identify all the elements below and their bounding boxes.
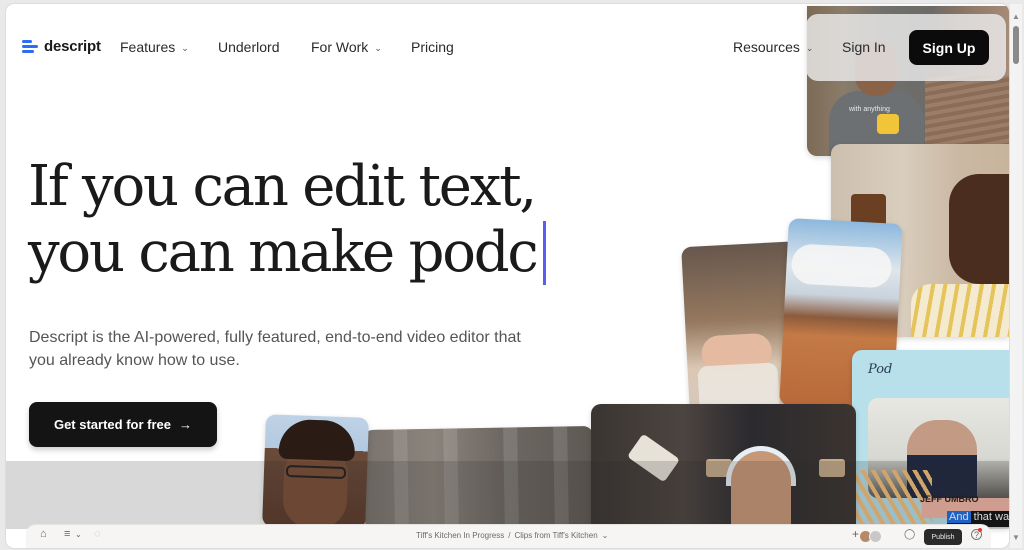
nav-features[interactable]: Features ⌄ [120, 39, 189, 55]
browser-viewport: with anything Pod JEFF UMBRO And that wa [6, 4, 1009, 548]
nav-pricing-label: Pricing [411, 39, 454, 55]
nav-for-work[interactable]: For Work ⌄ [311, 39, 382, 55]
hero-headline: If you can edit text, you can make podc [28, 154, 546, 286]
lamp-light [819, 459, 845, 477]
headline-line-2: you can make podc [28, 220, 546, 286]
nav-pricing[interactable]: Pricing [411, 39, 454, 55]
video-tile-guy-glasses [262, 414, 369, 530]
video-tile-room [363, 426, 595, 530]
headline-line-1: If you can edit text, [28, 154, 537, 219]
curtain-stripe [503, 427, 519, 528]
collaborator-avatars[interactable] [859, 530, 882, 543]
scroll-up-icon[interactable]: ▲ [1012, 12, 1020, 21]
face [949, 174, 1009, 284]
project-breadcrumb: Tiff's Kitchen In Progress / Clips from … [416, 531, 608, 540]
headphones [726, 446, 796, 486]
check-circle-icon[interactable]: ◌ [94, 528, 101, 540]
podcast-logo: Pod [868, 362, 893, 377]
shirt-slogan: with anything [849, 106, 890, 113]
breadcrumb-project[interactable]: Tiff's Kitchen In Progress [416, 531, 504, 540]
nav-for-work-label: For Work [311, 39, 369, 55]
nav-underlord-label: Underlord [218, 39, 280, 55]
curtain-stripe [443, 428, 459, 529]
video-tile-podcast: Pod JEFF UMBRO And that wa [852, 350, 1009, 528]
descript-logo-icon [22, 39, 38, 55]
breadcrumb-composition[interactable]: Clips from Tiff's Kitchen [514, 531, 597, 540]
headline-line-2-text: you can make podc [28, 220, 539, 285]
avatar [869, 530, 882, 543]
hair [278, 418, 356, 462]
scroll-down-icon[interactable]: ▼ [1012, 533, 1020, 542]
lamp [627, 433, 680, 483]
get-started-button[interactable]: Get started for free → [29, 402, 217, 447]
comment-icon[interactable]: ◯ [904, 529, 915, 540]
scroll-thumb[interactable] [1013, 26, 1019, 64]
publish-button[interactable]: Publish [924, 529, 962, 545]
editor-toolbar: ⌂ ≡ ⌄ ◌ Tiff's Kitchen In Progress / Cli… [26, 524, 991, 548]
striped-shirt [911, 284, 1009, 337]
typing-caret [542, 221, 546, 285]
chevron-down-icon[interactable]: ⌄ [602, 531, 609, 540]
video-tile-headphones-girl [591, 404, 856, 528]
hero-subheadline: Descript is the AI-powered, fully featur… [29, 329, 521, 369]
chevron-down-icon: ⌄ [181, 42, 189, 53]
menu-icon[interactable]: ≡ [64, 528, 70, 540]
nav-features-label: Features [120, 39, 176, 55]
breadcrumb-separator: / [508, 531, 511, 540]
home-icon[interactable]: ⌂ [40, 528, 47, 540]
guest-name-label: JEFF UMBRO [920, 494, 979, 504]
chevron-down-icon: ⌄ [374, 42, 382, 53]
chevron-down-icon: ⌄ [805, 42, 814, 53]
descript-logo[interactable]: descript [22, 38, 101, 55]
get-started-label: Get started for free [53, 417, 172, 432]
glasses [285, 464, 347, 480]
page-scrollbar[interactable]: ▲ ▼ [1010, 4, 1022, 548]
nav-resources[interactable]: Resources ⌄ [733, 39, 813, 55]
nav-underlord[interactable]: Underlord [218, 39, 279, 55]
caption-highlight: And [947, 511, 971, 523]
sign-up-button[interactable]: Sign Up [909, 30, 989, 65]
nav-resources-label: Resources [733, 39, 800, 55]
chevron-down-icon[interactable]: ⌄ [75, 530, 82, 539]
add-collaborator-icon[interactable]: + [852, 527, 859, 541]
arrow-right-icon: → [179, 417, 193, 432]
curtain-stripe [393, 429, 409, 530]
notification-dot [978, 528, 982, 532]
logo-text: descript [44, 38, 101, 55]
caption-rest: that wa [970, 511, 1009, 523]
curtain-stripe [553, 426, 569, 527]
sign-in-link[interactable]: Sign In [842, 39, 886, 55]
cloud [790, 243, 893, 289]
shirt-print [877, 114, 899, 134]
